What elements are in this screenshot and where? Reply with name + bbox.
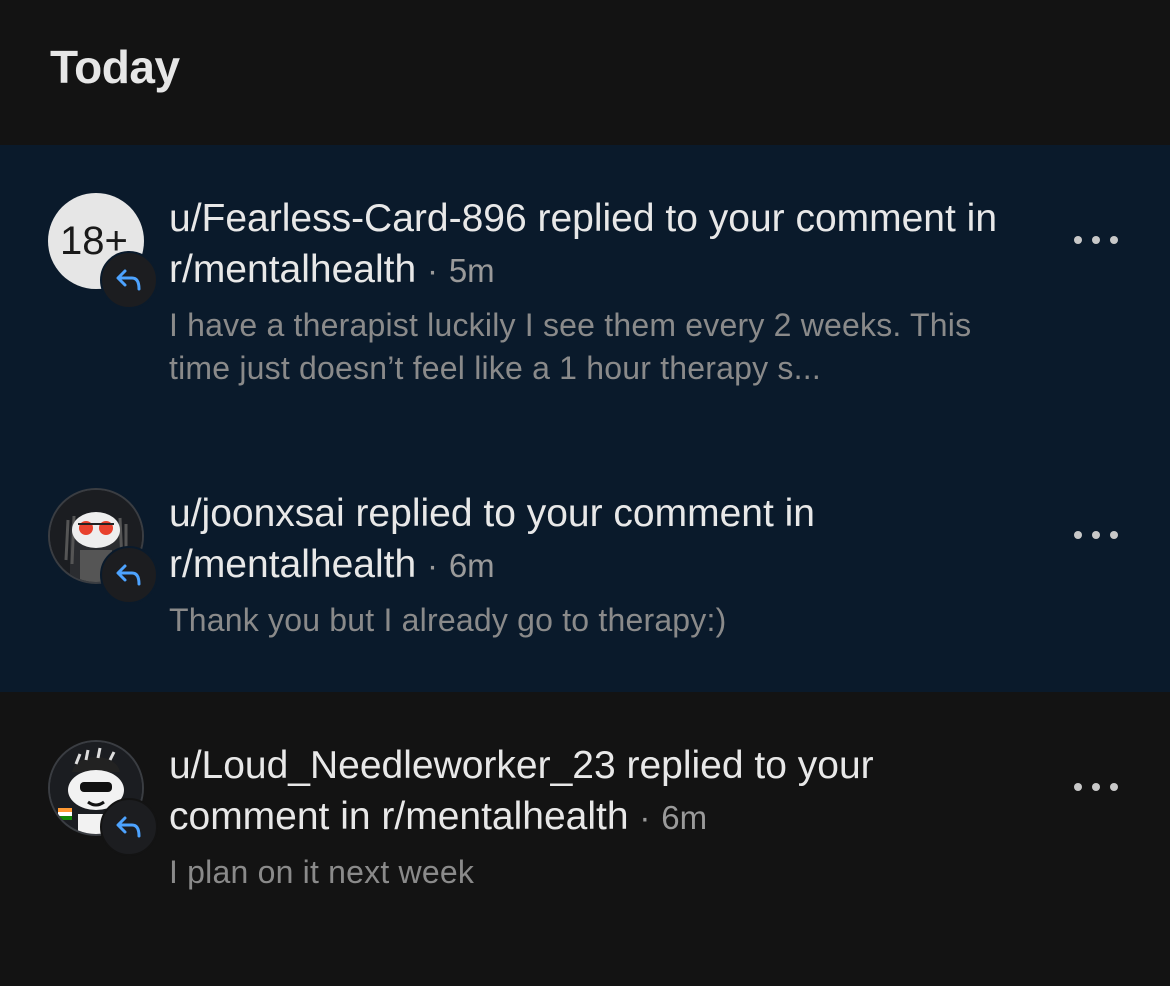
timestamp: 6m xyxy=(661,799,708,836)
more-options-icon[interactable] xyxy=(1074,777,1118,797)
reply-arrow-icon xyxy=(116,269,141,291)
notification-item[interactable]: u/Loud_Needleworker_23 replied to your c… xyxy=(0,692,1170,986)
notification-body: I plan on it next week xyxy=(169,854,475,890)
reply-badge xyxy=(100,251,158,309)
notification-content: u/Fearless-Card-896 replied to your comm… xyxy=(169,193,1039,390)
notification-headline: u/Loud_Needleworker_23 replied to your c… xyxy=(169,740,1039,843)
reply-badge xyxy=(100,798,158,856)
reply-arrow-icon xyxy=(116,564,141,586)
notification-headline: u/Fearless-Card-896 replied to your comm… xyxy=(169,193,1039,296)
section-title-today: Today xyxy=(50,41,180,93)
reply-badge xyxy=(100,546,158,604)
notification-headline: u/joonxsai replied to your comment in r/… xyxy=(169,488,1039,591)
more-options-icon[interactable] xyxy=(1074,525,1118,545)
notification-body: I have a therapist luckily I see them ev… xyxy=(169,307,972,386)
reply-arrow-icon xyxy=(116,816,141,838)
time-separator: · xyxy=(426,252,438,289)
time-separator: · xyxy=(426,547,438,584)
notification-body: Thank you but I already go to therapy:) xyxy=(169,602,727,638)
notification-content: u/joonxsai replied to your comment in r/… xyxy=(169,488,1039,642)
notification-item[interactable]: u/joonxsai replied to your comment in r/… xyxy=(0,440,1170,692)
headline-text: u/Loud_Needleworker_23 replied to your c… xyxy=(169,744,874,838)
notification-content: u/Loud_Needleworker_23 replied to your c… xyxy=(169,740,1039,894)
time-separator: · xyxy=(639,799,651,836)
headline-text: u/Fearless-Card-896 replied to your comm… xyxy=(169,197,998,291)
more-options-icon[interactable] xyxy=(1074,230,1118,250)
section-header: Today xyxy=(0,0,1170,145)
timestamp: 5m xyxy=(448,252,495,289)
timestamp: 6m xyxy=(448,547,495,584)
notifications-page: Today 18+ u/Fearless-Card-896 replied to… xyxy=(0,0,1170,986)
notification-item[interactable]: 18+ u/Fearless-Card-896 replied to your … xyxy=(0,145,1170,440)
